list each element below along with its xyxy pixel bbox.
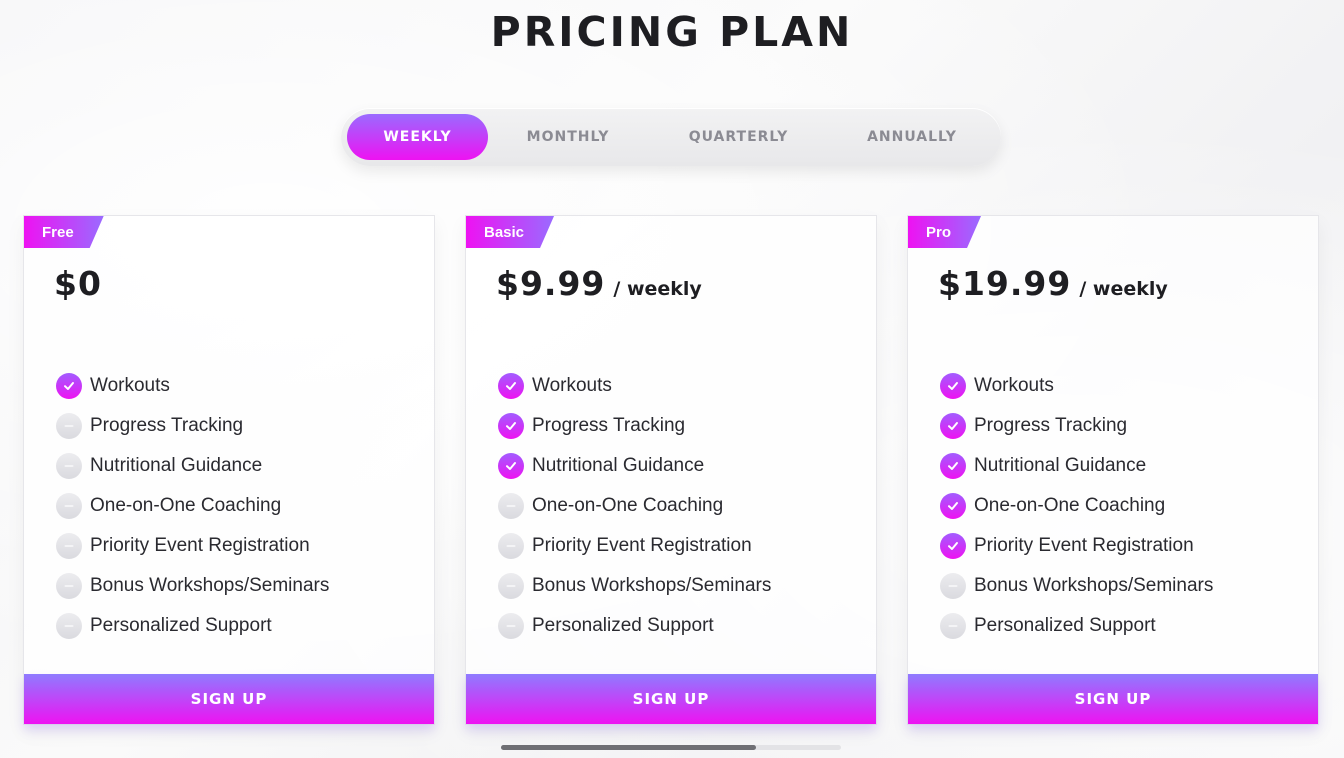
minus-circle-icon [498, 533, 524, 559]
minus-circle-icon [498, 493, 524, 519]
feature-item: Nutritional Guidance [56, 446, 329, 486]
plan-card-pro: Pro $19.99 / weekly Workouts Progress Tra… [907, 215, 1319, 725]
feature-item: Progress Tracking [498, 406, 771, 446]
minus-circle-icon [940, 573, 966, 599]
feature-item: Bonus Workshops/Seminars [56, 566, 329, 606]
check-circle-icon [498, 373, 524, 399]
minus-circle-icon [940, 613, 966, 639]
feature-item: Personalized Support [56, 606, 329, 646]
plan-tag: Basic [466, 216, 554, 248]
plan-card-basic: Basic $9.99 / weekly Workouts Progress Tr… [465, 215, 877, 725]
page-title: PRICING PLAN [490, 8, 854, 56]
feature-item: Personalized Support [498, 606, 771, 646]
feature-list: Workouts Progress Tracking Nutritional Gui… [56, 366, 329, 646]
check-circle-icon [940, 453, 966, 479]
sign-up-button-free[interactable]: SIGN UP [24, 674, 434, 724]
minus-circle-icon [56, 613, 82, 639]
feature-item: Nutritional Guidance [498, 446, 771, 486]
feature-label: Workouts [90, 375, 170, 396]
feature-label: Workouts [532, 375, 612, 396]
check-circle-icon [940, 413, 966, 439]
price-amount: $0 [54, 264, 102, 303]
feature-item: Priority Event Registration [498, 526, 771, 566]
check-circle-icon [498, 413, 524, 439]
feature-label: Progress Tracking [532, 415, 686, 436]
feature-item: Progress Tracking [940, 406, 1213, 446]
feature-label: Personalized Support [532, 615, 714, 636]
billing-period-toggle: WEEKLY MONTHLY QUARTERLY ANNUALLY [341, 108, 1001, 166]
minus-circle-icon [498, 573, 524, 599]
plan-price: $0 [54, 264, 110, 303]
billing-option-annually[interactable]: ANNUALLY [829, 114, 995, 160]
feature-item: One-on-One Coaching [498, 486, 771, 526]
feature-label: Nutritional Guidance [90, 455, 263, 476]
minus-circle-icon [56, 453, 82, 479]
feature-label: Bonus Workshops/Seminars [974, 575, 1214, 596]
feature-label: Workouts [974, 375, 1054, 396]
plan-tag: Pro [908, 216, 981, 248]
feature-list: Workouts Progress Tracking Nutritional Gui… [498, 366, 771, 646]
check-circle-icon [940, 493, 966, 519]
feature-label: Bonus Workshops/Seminars [532, 575, 772, 596]
feature-label: Progress Tracking [974, 415, 1128, 436]
feature-item: Progress Tracking [56, 406, 329, 446]
check-circle-icon [498, 453, 524, 479]
plan-tag: Free [24, 216, 104, 248]
check-circle-icon [940, 373, 966, 399]
feature-item: Priority Event Registration [56, 526, 329, 566]
feature-label: One-on-One Coaching [974, 495, 1166, 516]
minus-circle-icon [498, 613, 524, 639]
sign-up-button-basic[interactable]: SIGN UP [466, 674, 876, 724]
feature-item: Workouts [498, 366, 771, 406]
minus-circle-icon [56, 533, 82, 559]
billing-option-quarterly[interactable]: QUARTERLY [648, 114, 829, 160]
feature-list: Workouts Progress Tracking Nutritional Gui… [940, 366, 1213, 646]
plan-price: $9.99 / weekly [496, 264, 702, 303]
feature-item: One-on-One Coaching [56, 486, 329, 526]
feature-item: Nutritional Guidance [940, 446, 1213, 486]
feature-label: Personalized Support [974, 615, 1156, 636]
feature-item: Workouts [56, 366, 329, 406]
feature-item: Bonus Workshops/Seminars [940, 566, 1213, 606]
check-circle-icon [940, 533, 966, 559]
minus-circle-icon [56, 573, 82, 599]
feature-label: Nutritional Guidance [532, 455, 705, 476]
feature-label: Personalized Support [90, 615, 272, 636]
price-period: / weekly [613, 278, 702, 300]
price-amount: $19.99 [938, 264, 1072, 303]
feature-item: Workouts [940, 366, 1213, 406]
feature-label: Priority Event Registration [974, 535, 1194, 556]
minus-circle-icon [56, 493, 82, 519]
carousel-scrollbar[interactable] [501, 745, 841, 750]
feature-label: Bonus Workshops/Seminars [90, 575, 330, 596]
carousel-scrollbar-thumb[interactable] [501, 745, 756, 750]
billing-option-weekly[interactable]: WEEKLY [347, 114, 488, 160]
plan-card-free: Free $0 Workouts Progress Tracking Nutriti… [23, 215, 435, 725]
price-period: / weekly [1079, 278, 1168, 300]
feature-item: Bonus Workshops/Seminars [498, 566, 771, 606]
feature-label: Priority Event Registration [90, 535, 310, 556]
minus-circle-icon [56, 413, 82, 439]
feature-item: Priority Event Registration [940, 526, 1213, 566]
feature-label: Nutritional Guidance [974, 455, 1147, 476]
feature-item: One-on-One Coaching [940, 486, 1213, 526]
feature-label: Progress Tracking [90, 415, 244, 436]
price-amount: $9.99 [496, 264, 606, 303]
plan-price: $19.99 / weekly [938, 264, 1168, 303]
feature-item: Personalized Support [940, 606, 1213, 646]
feature-label: One-on-One Coaching [90, 495, 282, 516]
check-circle-icon [56, 373, 82, 399]
feature-label: One-on-One Coaching [532, 495, 724, 516]
sign-up-button-pro[interactable]: SIGN UP [908, 674, 1318, 724]
feature-label: Priority Event Registration [532, 535, 752, 556]
billing-option-monthly[interactable]: MONTHLY [488, 114, 648, 160]
